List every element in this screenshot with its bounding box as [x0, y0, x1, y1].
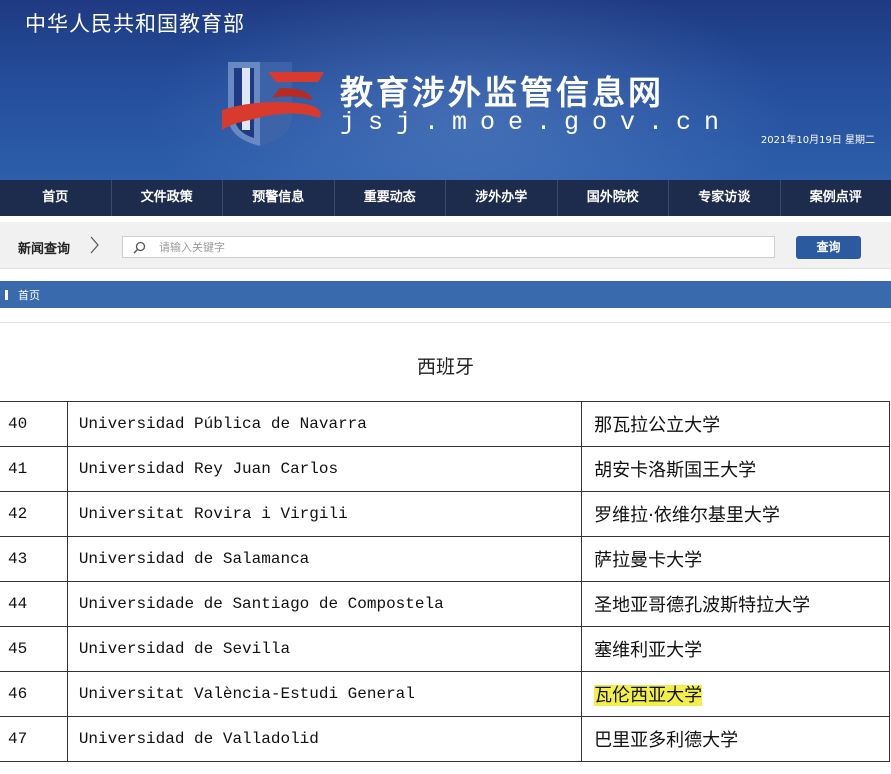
- breadcrumb: 首页: [0, 281, 891, 308]
- site-url: jsj.moe.gov.cn: [340, 108, 733, 137]
- table-row: 47 Universidad de Valladolid 巴里亚多利德大学: [0, 716, 890, 762]
- university-chinese-name-cell: 瓦伦西亚大学: [581, 671, 890, 717]
- university-name: Universitat Rovira i Virgili: [66, 491, 583, 537]
- table-row: 46 Universitat València-Estudi General 瓦…: [0, 671, 890, 717]
- row-number: 43: [0, 536, 68, 582]
- nav-item-foreign-education[interactable]: 涉外办学: [446, 180, 558, 216]
- search-icon: [133, 241, 146, 254]
- site-title: 教育涉外监管信息网: [340, 73, 664, 112]
- university-chinese-name: 萨拉曼卡大学: [581, 536, 890, 582]
- nav-item-policy[interactable]: 文件政策: [112, 180, 223, 216]
- nav-item-news[interactable]: 重要动态: [335, 180, 446, 216]
- university-name: Universidad Rey Juan Carlos: [66, 446, 583, 492]
- table-row: 45 Universidad de Sevilla 塞维利亚大学: [0, 626, 890, 672]
- nav-item-foreign-schools[interactable]: 国外院校: [558, 180, 669, 216]
- university-name: Universidad Pública de Navarra: [66, 401, 583, 447]
- page-title: 西班牙: [416, 356, 474, 378]
- nav-item-home[interactable]: 首页: [0, 180, 112, 216]
- ministry-name[interactable]: 中华人民共和国教育部: [25, 8, 245, 38]
- university-name: Universidad de Salamanca: [66, 536, 583, 582]
- row-number: 40: [0, 401, 68, 447]
- header-banner: 中华人民共和国教育部 教育涉外监管信息网 jsj.moe.gov.cn 2021…: [0, 0, 891, 180]
- university-chinese-name: 巴里亚多利德大学: [581, 716, 890, 762]
- row-number: 42: [0, 491, 68, 537]
- breadcrumb-marker: [5, 290, 8, 300]
- current-date: 2021年10月19日 星期二: [760, 135, 875, 146]
- search-box[interactable]: [122, 236, 775, 258]
- university-table: 40 Universidad Pública de Navarra 那瓦拉公立大…: [0, 401, 890, 762]
- row-number: 47: [0, 716, 68, 762]
- divider: [0, 322, 891, 323]
- university-name: Universidad de Valladolid: [66, 716, 583, 762]
- row-number: 44: [0, 581, 68, 627]
- search-bar: 新闻查询 查询: [0, 222, 891, 269]
- university-name: Universidad de Sevilla: [66, 626, 583, 672]
- table-row: 42 Universitat Rovira i Virgili 罗维拉·依维尔基…: [0, 491, 890, 537]
- breadcrumb-home-link[interactable]: 首页: [18, 287, 40, 303]
- row-number: 45: [0, 626, 68, 672]
- table-row: 43 Universidad de Salamanca 萨拉曼卡大学: [0, 536, 890, 582]
- university-chinese-name: 罗维拉·依维尔基里大学: [581, 491, 890, 537]
- search-button[interactable]: 查询: [796, 236, 861, 259]
- table-row: 44 Universidade de Santiago de Compostel…: [0, 581, 890, 627]
- search-input[interactable]: [159, 237, 759, 257]
- highlighted-chinese-name: 瓦伦西亚大学: [594, 685, 703, 706]
- university-chinese-name: 塞维利亚大学: [581, 626, 890, 672]
- news-query-label: 新闻查询: [18, 242, 71, 257]
- university-chinese-name: 胡安卡洛斯国王大学: [581, 446, 890, 492]
- row-number: 41: [0, 446, 68, 492]
- university-chinese-name: 那瓦拉公立大学: [581, 401, 890, 447]
- table-row: 40 Universidad Pública de Navarra 那瓦拉公立大…: [0, 401, 890, 447]
- nav-item-warning[interactable]: 预警信息: [223, 180, 335, 216]
- table-row: 41 Universidad Rey Juan Carlos 胡安卡洛斯国王大学: [0, 446, 890, 492]
- nav-item-cases[interactable]: 案例点评: [781, 180, 891, 216]
- row-number: 46: [0, 671, 68, 717]
- university-name: Universidade de Santiago de Compostela: [66, 581, 583, 627]
- main-nav: 首页 文件政策 预警信息 重要动态 涉外办学 国外院校 专家访谈 案例点评: [0, 180, 891, 216]
- site-logo-icon[interactable]: [220, 58, 330, 150]
- chevron-right-icon: [90, 236, 99, 254]
- university-chinese-name: 圣地亚哥德孔波斯特拉大学: [581, 581, 890, 627]
- university-name: Universitat València-Estudi General: [66, 671, 583, 717]
- nav-item-interviews[interactable]: 专家访谈: [669, 180, 781, 216]
